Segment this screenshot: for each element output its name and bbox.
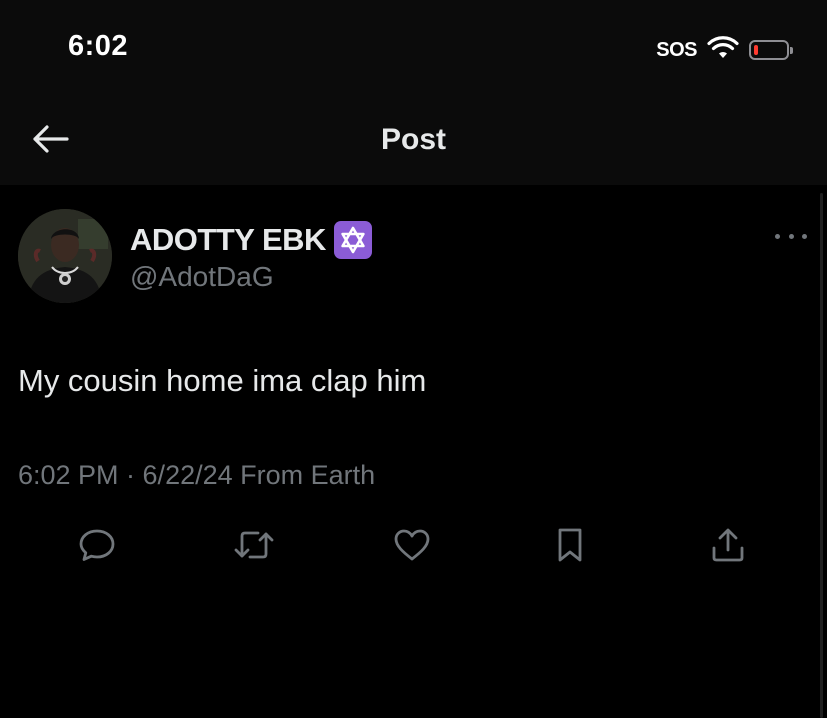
scrollbar[interactable] bbox=[820, 193, 823, 718]
display-name: ADOTTY EBK bbox=[130, 222, 326, 257]
post-detail: ADOTTY EBK @AdotDaG My cousin home ima c… bbox=[0, 185, 827, 718]
avatar[interactable] bbox=[18, 209, 112, 303]
post-actions bbox=[0, 525, 827, 569]
status-indicators: SOS bbox=[656, 35, 793, 65]
repost-icon bbox=[232, 527, 276, 568]
battery-level bbox=[754, 45, 758, 55]
more-options-button[interactable] bbox=[775, 229, 807, 243]
like-button[interactable] bbox=[390, 525, 434, 569]
post-text: My cousin home ima clap him bbox=[18, 363, 427, 398]
comment-icon bbox=[78, 527, 116, 568]
wifi-icon bbox=[707, 35, 739, 65]
author-handle[interactable]: @AdotDaG bbox=[130, 261, 274, 293]
status-bar: 6:02 SOS bbox=[0, 0, 827, 95]
sos-indicator: SOS bbox=[656, 38, 697, 61]
share-icon bbox=[709, 526, 747, 569]
repost-button[interactable] bbox=[232, 525, 276, 569]
reply-button[interactable] bbox=[75, 525, 119, 569]
battery-icon bbox=[749, 39, 793, 61]
ellipsis-icon bbox=[775, 233, 780, 239]
page-title: Post bbox=[380, 123, 446, 156]
bookmark-icon bbox=[554, 526, 586, 569]
nav-bar: Post bbox=[0, 95, 827, 185]
status-time: 6:02 bbox=[68, 30, 129, 62]
star-of-david-emoji bbox=[333, 221, 372, 259]
author-name[interactable]: ADOTTY EBK bbox=[130, 221, 372, 259]
avatar-image bbox=[18, 209, 112, 303]
post-timestamp: 6:02 PM · 6/22/24 From Earth bbox=[18, 460, 376, 490]
bookmark-button[interactable] bbox=[548, 525, 592, 569]
heart-icon bbox=[393, 528, 431, 567]
share-button[interactable] bbox=[706, 525, 750, 569]
